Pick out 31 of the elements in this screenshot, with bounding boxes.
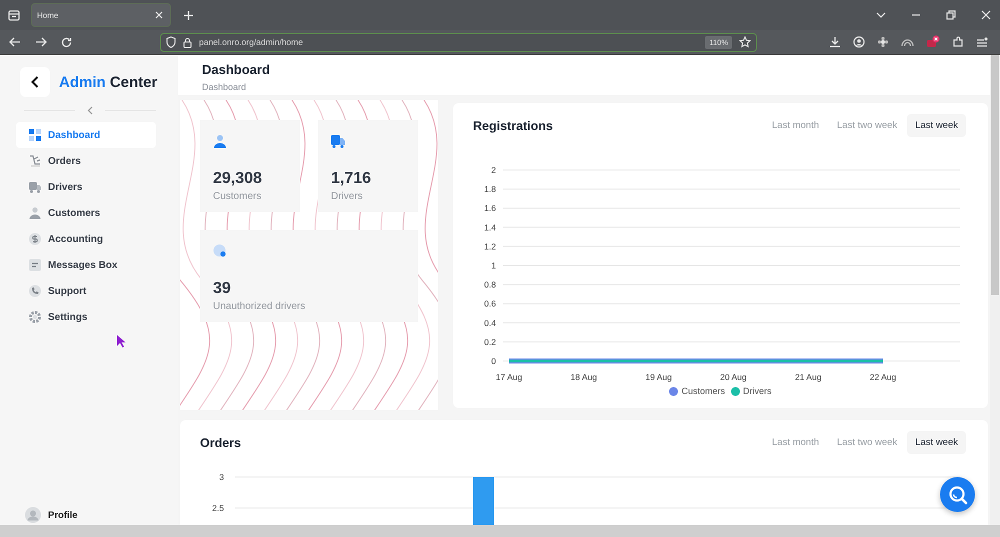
- app-title: Admin Center: [59, 74, 158, 90]
- y-tick-label: 3: [219, 472, 224, 482]
- y-tick-label: 2.5: [212, 503, 224, 513]
- card-title: Registrations: [473, 118, 553, 132]
- y-tick-label: 0.2: [484, 336, 496, 347]
- y-tick-label: 0: [491, 356, 496, 366]
- x-tick-label: 19 Aug: [645, 372, 672, 382]
- card-title: Orders: [200, 436, 241, 450]
- y-tick-label: 1.2: [484, 241, 496, 252]
- x-tick-label: 17 Aug: [496, 372, 522, 382]
- y-tick-label: 1.6: [484, 203, 496, 214]
- tab-title: Home: [37, 10, 58, 20]
- page-title: Dashboard: [202, 62, 271, 77]
- stat-label: Unauthorized drivers: [213, 301, 306, 312]
- y-tick-label: 1.8: [484, 184, 496, 194]
- x-tick-label: 20 Aug: [720, 372, 747, 382]
- stat-label: Drivers: [331, 191, 364, 202]
- x-tick-label: 22 Aug: [870, 372, 896, 382]
- stat-value: 39: [213, 280, 232, 298]
- stat-value: 1,716: [331, 170, 372, 188]
- y-tick-label: 1: [491, 260, 496, 270]
- stat-value: 29,308: [213, 170, 263, 188]
- y-tick-label: 2: [491, 165, 496, 175]
- y-tick-label: 0.8: [484, 280, 496, 290]
- x-tick-label: 21 Aug: [794, 372, 822, 382]
- y-tick-label: 0.6: [484, 298, 496, 309]
- y-tick-label: 0.4: [484, 318, 496, 328]
- url-text: panel.onro.org/admin/home: [199, 37, 303, 47]
- x-tick-label: 18 Aug: [570, 372, 598, 382]
- y-tick-label: 1.4: [484, 222, 496, 232]
- stat-label: Customers: [213, 191, 262, 202]
